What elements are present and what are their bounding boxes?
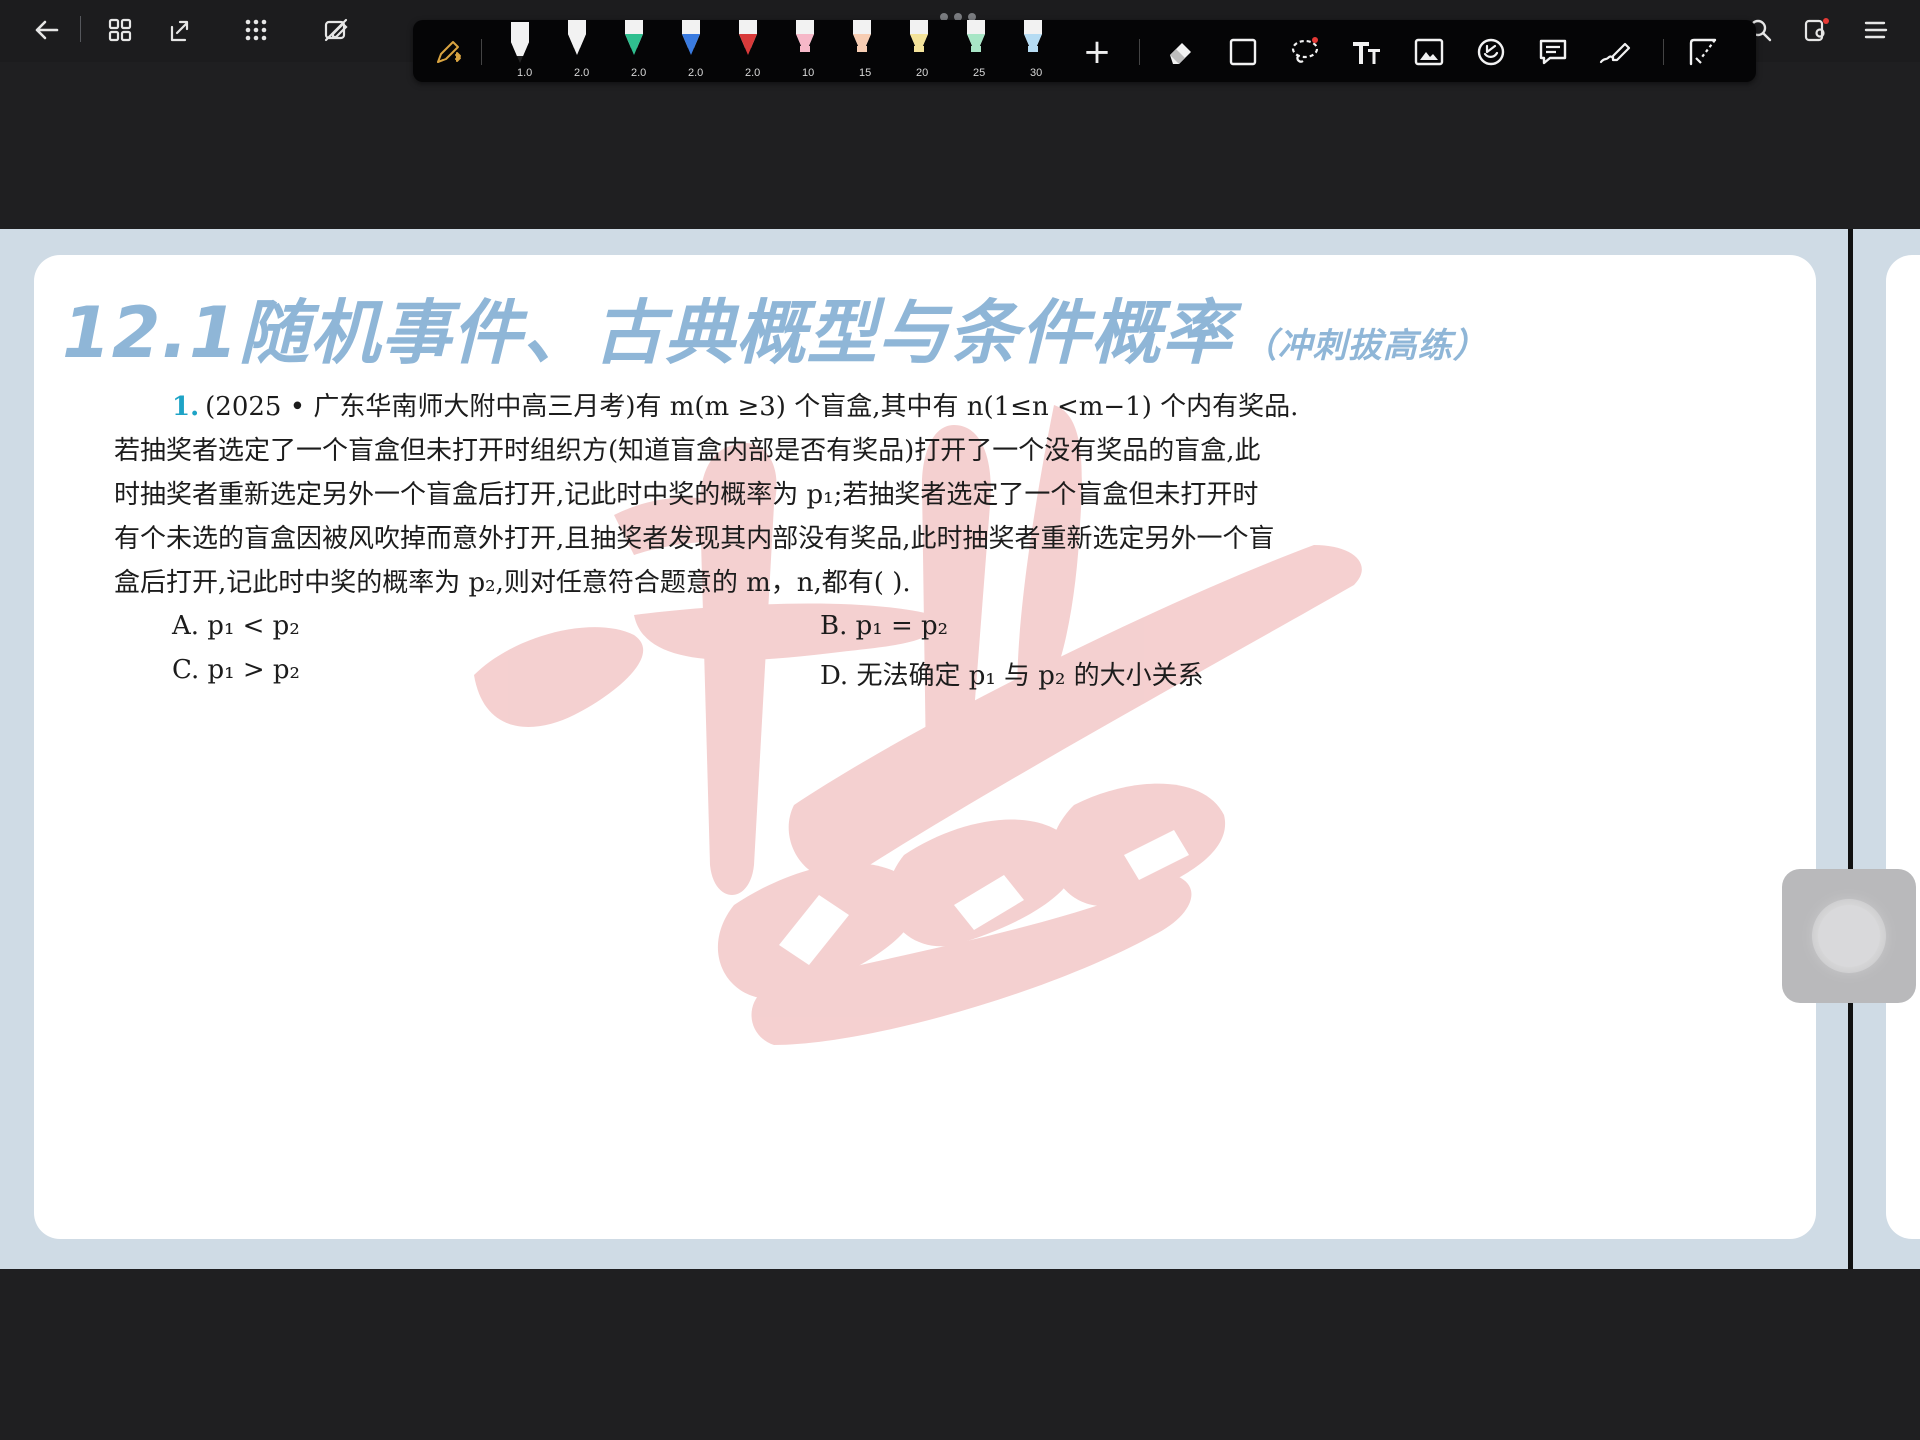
pen-tool-button[interactable]: 2.0: [554, 20, 598, 82]
document-viewport[interactable]: 12.1随机事件、古典概型与条件概率 （冲刺拔高练） 1. (2025 • 广东华南…: [0, 229, 1920, 1269]
question-text-line: 有个未选的盲盒因被风吹掉而意外打开,且抽奖者发现其内部没有奖品,此时抽奖者重新选…: [114, 524, 1275, 554]
add-pen-button[interactable]: +: [1077, 32, 1117, 72]
signature-pen-icon: [1599, 42, 1631, 64]
pen-tool-button[interactable]: 20: [896, 20, 940, 82]
pen-size-label: 2.0: [631, 67, 647, 79]
pen-icon: [1024, 20, 1042, 52]
pen-icon: [739, 20, 757, 55]
read-mode-button[interactable]: [316, 10, 356, 50]
pen-toolbar: 1.0 2.0 2.0 2.0 2.0 10 15 20 25 30 +: [413, 20, 1756, 82]
comment-button[interactable]: [1533, 32, 1573, 72]
lasso-icon: [1291, 37, 1319, 63]
pen-tool-button[interactable]: 25: [953, 20, 997, 82]
pen-icon: [853, 20, 871, 52]
back-button[interactable]: [26, 10, 66, 50]
choice-b: B. p₁ = p₂: [820, 611, 949, 641]
choice-c: C. p₁ > p₂: [172, 655, 300, 685]
image-icon: [1414, 38, 1444, 66]
page-divider: [1848, 229, 1853, 1269]
pen-icon: [682, 20, 700, 55]
text-icon: [1353, 42, 1380, 64]
question-block: 1. (2025 • 广东华南师大附中高三月考)有 m(m ≥3) 个盲盒,其中有…: [114, 385, 1484, 605]
pen-icon: [625, 20, 643, 55]
document-page[interactable]: 12.1随机事件、古典概型与条件概率 （冲刺拔高练） 1. (2025 • 广东华南…: [34, 255, 1816, 1239]
sticker-icon: [1477, 38, 1505, 66]
pen-tool-button[interactable]: 30: [1010, 20, 1054, 82]
page-title: 12.1随机事件、古典概型与条件概率 （冲刺拔高练）: [62, 277, 1488, 378]
thumbnails-button[interactable]: [100, 10, 140, 50]
question-text-line: 若抽奖者选定了一个盲盒但未打开时组织方(知道盲盒内部是否有奖品)打开了一个没有奖…: [114, 436, 1261, 466]
choice-a: A. p₁ < p₂: [172, 611, 300, 641]
pen-off-icon: [324, 18, 348, 42]
divider: [1139, 39, 1140, 65]
pen-size-label: 30: [1030, 67, 1043, 79]
menu-icon: [1864, 21, 1888, 39]
pen-icon: [568, 20, 586, 55]
eraser-button[interactable]: [1161, 32, 1201, 72]
share-icon: [170, 20, 189, 42]
menu-button[interactable]: [1856, 10, 1896, 50]
pen-size-label: 2.0: [745, 67, 761, 79]
signature-button[interactable]: [1595, 32, 1635, 72]
pen-icon: [796, 20, 814, 52]
pen-size-label: 2.0: [574, 67, 590, 79]
question-line: 1. (2025 • 广东华南师大附中高三月考)有 m(m ≥3) 个盲盒,其中有…: [114, 385, 1484, 429]
divider: [80, 16, 81, 42]
pen-tool-button[interactable]: 2.0: [668, 20, 712, 82]
add-icon: +: [1082, 32, 1112, 72]
shape-button[interactable]: [1223, 32, 1263, 72]
apps-button[interactable]: [236, 10, 276, 50]
pen-tool-button[interactable]: 2.0: [611, 20, 655, 82]
pen-icon: [967, 20, 985, 52]
title-subtitle: （冲刺拔高练）: [1242, 326, 1488, 366]
lasso-button[interactable]: [1285, 32, 1325, 72]
pen-size-label: 1.0: [517, 67, 533, 79]
floating-assistive-button[interactable]: [1782, 869, 1916, 1003]
settings-button[interactable]: [1796, 10, 1836, 50]
sticker-button[interactable]: [1471, 32, 1511, 72]
assistive-knob: [1818, 905, 1880, 967]
title-main: 12.1随机事件、古典概型与条件概率: [62, 292, 1233, 374]
eraser-icon: [1170, 43, 1191, 64]
collapse-toolbar-button[interactable]: [1683, 32, 1723, 72]
pen-tool-button[interactable]: 10: [782, 20, 826, 82]
dots-grid-icon: [245, 19, 267, 41]
pencil-settings-button[interactable]: [429, 32, 469, 72]
pen-tool-button[interactable]: 15: [839, 20, 883, 82]
gear-doc-icon: [1804, 18, 1829, 42]
collapse-icon: [1689, 38, 1717, 66]
choice-d: D. 无法确定 p₁ 与 p₂ 的大小关系: [820, 661, 1204, 691]
divider: [1663, 39, 1664, 65]
pen-size-label: 25: [973, 67, 986, 79]
question-text-line: (2025 • 广东华南师大附中高三月考)有 m(m ≥3) 个盲盒,其中有 n…: [205, 392, 1299, 422]
image-button[interactable]: [1409, 32, 1449, 72]
share-button[interactable]: [158, 10, 198, 50]
pen-size-label: 10: [802, 67, 815, 79]
pencil-bluetooth-icon: [437, 41, 461, 63]
square-icon: [1229, 38, 1257, 66]
question-text-line: 时抽奖者重新选定另外一个盲盒后打开,记此时中奖的概率为 p₁;若抽奖者选定了一个…: [114, 480, 1259, 510]
question-text-line: 盒后打开,记此时中奖的概率为 p₂,则对任意符合题意的 m，n,都有( ).: [114, 568, 911, 598]
divider: [481, 39, 482, 65]
text-button[interactable]: [1347, 32, 1387, 72]
pen-tool-button[interactable]: 2.0: [725, 20, 769, 82]
pen-tool-button[interactable]: 1.0: [497, 20, 541, 82]
pen-size-label: 2.0: [688, 67, 704, 79]
pen-icon: [511, 22, 529, 63]
question-number: 1.: [172, 392, 200, 422]
back-arrow-icon: [35, 20, 59, 40]
next-page-preview[interactable]: [1886, 255, 1920, 1239]
comment-icon: [1539, 39, 1567, 65]
pen-size-label: 15: [859, 67, 872, 79]
pen-size-label: 20: [916, 67, 929, 79]
grid-icon: [108, 18, 132, 42]
pen-icon: [910, 20, 928, 52]
